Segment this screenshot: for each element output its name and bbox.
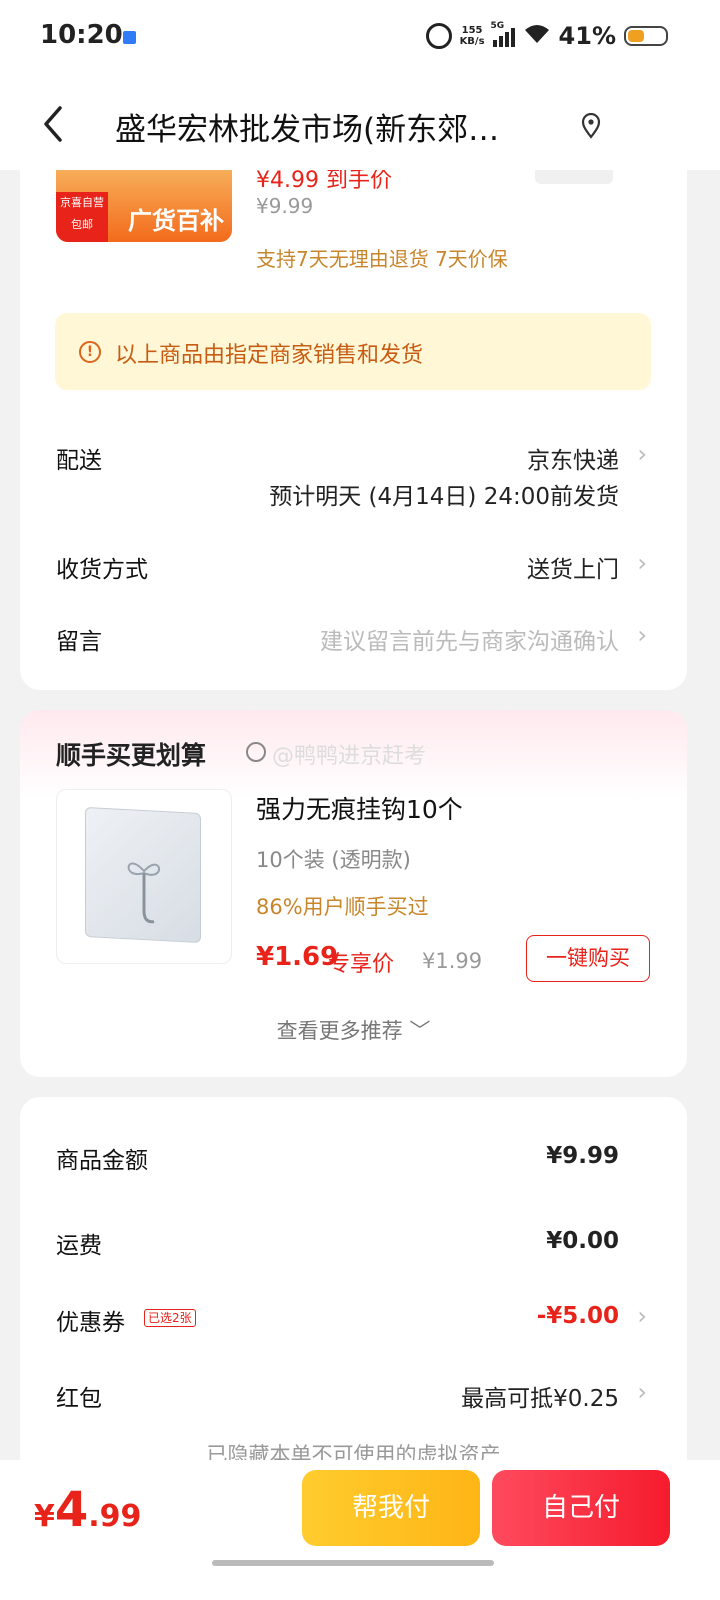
net-speed-value: 155 xyxy=(461,25,483,36)
coupon-value[interactable]: -¥5.00 xyxy=(537,1303,619,1329)
price-summary-card: 商品金额 ¥9.99 运费 ¥0.00 优惠券 已选2张 -¥5.00 › 红包… xyxy=(20,1097,687,1460)
receive-method-value[interactable]: 送货上门 xyxy=(527,550,619,584)
net-speed: 155 KB/s xyxy=(460,25,485,47)
help-me-pay-button[interactable]: 帮我付 xyxy=(302,1470,480,1546)
alarm-icon xyxy=(425,23,452,49)
product-image-badge: 京喜自营 包邮 xyxy=(56,192,108,242)
battery-percent: 41% xyxy=(558,22,616,50)
back-icon[interactable] xyxy=(40,104,70,144)
recommend-card: 顺手买更划算 @鸭鸭进京赶考 强力无痕挂钩10个 10个装 (透明款) 86%用… xyxy=(20,710,687,1077)
recommend-price-tag: 专享价 xyxy=(328,952,395,977)
message-input[interactable]: 建议留言前先与商家沟通确认 xyxy=(320,622,619,656)
battery-icon xyxy=(624,26,668,46)
red-packet-chevron-icon[interactable]: › xyxy=(637,1378,647,1406)
seller-notice-text: 以上商品由指定商家销售和发货 xyxy=(115,343,424,368)
coupon-selected-badge: 已选2张 xyxy=(144,1309,196,1327)
recommend-product-spec: 10个装 (透明款) xyxy=(256,848,411,872)
cellular-signal-icon: 5G xyxy=(491,21,515,47)
shipping-value: ¥0.00 xyxy=(546,1228,619,1254)
recommend-product-price: ¥1.69 xyxy=(256,942,339,972)
app-notification-icon xyxy=(123,31,136,44)
nav-bar: 盛华宏林批发市场(新东郊… xyxy=(0,78,720,170)
product-image[interactable]: 京喜自营 包邮 广货百补 xyxy=(56,170,232,242)
page-title: 盛华宏林批发市场(新东郊… xyxy=(115,112,500,148)
total-integer: 4 xyxy=(54,1482,89,1538)
recommend-title: 顺手买更划算 xyxy=(56,741,207,770)
total-price: ¥4.99 xyxy=(34,1482,141,1538)
network-type: 5G xyxy=(490,21,505,31)
recommend-product-image[interactable] xyxy=(56,789,232,964)
total-decimal: .99 xyxy=(88,1499,142,1534)
product-deal-price: ¥4.99 到手价 xyxy=(256,170,392,193)
one-click-buy-button[interactable]: 一键购买 xyxy=(526,935,650,982)
delivery-method[interactable]: 京东快递 xyxy=(527,441,619,475)
help-icon[interactable] xyxy=(246,742,266,762)
delivery-eta: 预计明天 (4月14日) 24:00前发货 xyxy=(269,484,619,510)
product-image-banner: 广货百补 xyxy=(128,207,224,235)
more-recommendations-link[interactable]: 查看更多推荐 ﹀ xyxy=(20,1015,687,1045)
status-time: 10:20 xyxy=(40,20,123,50)
watermark: @鸭鸭进京赶考 xyxy=(272,744,427,769)
recommend-original-price: ¥1.99 xyxy=(422,949,483,973)
message-label: 留言 xyxy=(56,629,102,655)
home-indicator[interactable] xyxy=(212,1560,494,1566)
total-currency: ¥ xyxy=(34,1499,55,1534)
quantity-stepper[interactable] xyxy=(535,170,613,184)
recommend-product-stat: 86%用户顺手买过 xyxy=(256,895,429,919)
info-icon: ! xyxy=(79,341,101,363)
goods-amount-label: 商品金额 xyxy=(56,1148,148,1174)
return-policy: 支持7天无理由退货 7天价保 xyxy=(256,247,508,271)
seller-notice: ! 以上商品由指定商家销售和发货 xyxy=(55,313,651,390)
net-speed-unit: KB/s xyxy=(459,36,485,47)
order-detail-card: 京喜自营 包邮 广货百补 ¥4.99 到手价 ¥9.99 支持7天无理由退货 7… xyxy=(20,170,687,690)
shipping-label: 运费 xyxy=(56,1233,102,1259)
message-chevron-icon[interactable]: › xyxy=(637,621,647,649)
checkout-bar: ¥4.99 帮我付 自己付 xyxy=(0,1460,720,1600)
receive-method-chevron-icon[interactable]: › xyxy=(637,549,647,577)
coupon-chevron-icon[interactable]: › xyxy=(637,1302,647,1330)
location-pin-icon[interactable] xyxy=(580,112,602,139)
recommend-product-name[interactable]: 强力无痕挂钩10个 xyxy=(256,790,463,826)
red-packet-value[interactable]: 最高可抵¥0.25 xyxy=(461,1379,619,1413)
red-packet-label: 红包 xyxy=(56,1386,102,1412)
wifi-icon xyxy=(523,22,551,50)
delivery-label: 配送 xyxy=(56,448,102,474)
hook-product-graphic xyxy=(85,806,201,944)
delivery-chevron-icon[interactable]: › xyxy=(637,440,647,468)
product-original-price: ¥9.99 xyxy=(256,194,314,218)
receive-method-label: 收货方式 xyxy=(56,557,148,583)
pay-myself-button[interactable]: 自己付 xyxy=(492,1470,670,1546)
coupon-label: 优惠券 xyxy=(56,1310,125,1336)
hidden-assets-note: 已隐藏本单不可使用的虚拟资产 xyxy=(206,1443,501,1460)
goods-amount-value: ¥9.99 xyxy=(546,1143,619,1169)
status-bar: 10:20 155 KB/s 5G 41% xyxy=(0,0,720,78)
status-indicators: 155 KB/s 5G 41% xyxy=(425,21,668,50)
